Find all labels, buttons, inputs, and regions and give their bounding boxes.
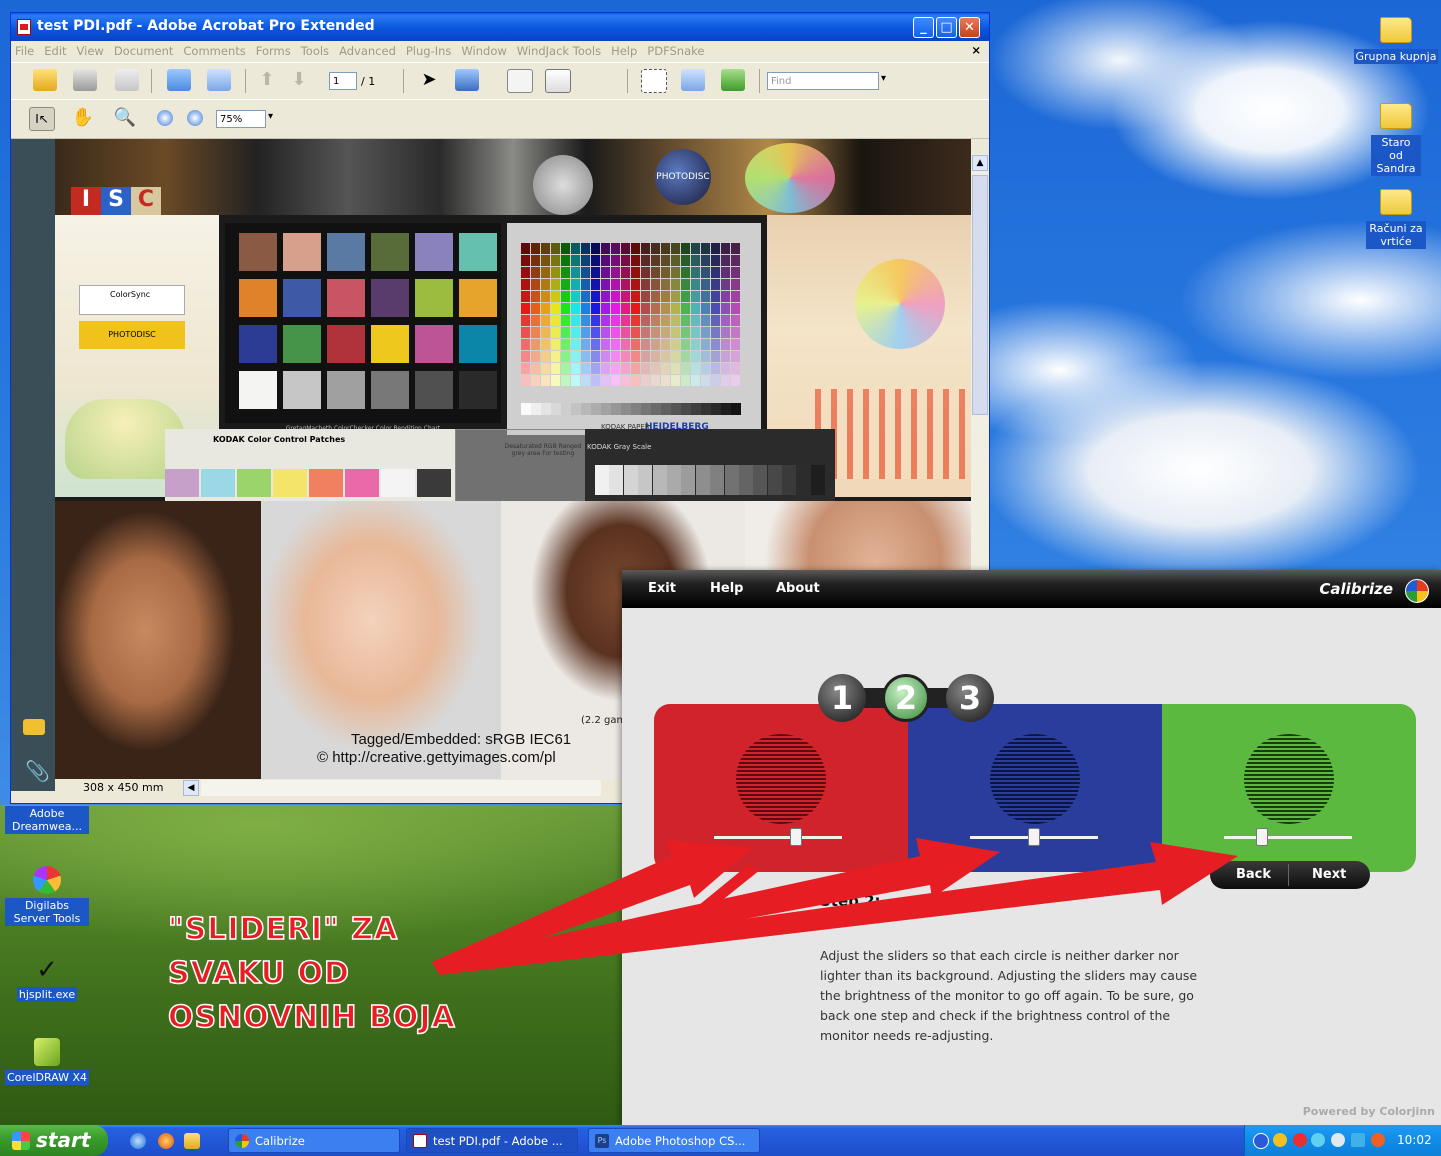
task-label: Adobe Photoshop CS... xyxy=(615,1134,746,1148)
annotation-line-2: SVAKU OD xyxy=(167,955,350,992)
calibrize-task-icon xyxy=(235,1134,249,1148)
photoshop-task-icon: Ps xyxy=(595,1134,609,1148)
network-tray-icon[interactable] xyxy=(1311,1133,1325,1147)
start-label: start xyxy=(36,1128,91,1152)
taskbar: start Calibrize test PDI.pdf - Adobe ...… xyxy=(0,1125,1441,1156)
start-button[interactable]: start xyxy=(0,1125,108,1156)
clock: 10:02 xyxy=(1397,1133,1432,1147)
windows-logo-icon xyxy=(12,1132,30,1150)
task-calibrize[interactable]: Calibrize xyxy=(228,1128,400,1153)
tray-expand-icon[interactable] xyxy=(1253,1133,1269,1149)
annotation-line-1: "SLIDERI" ZA xyxy=(167,911,399,948)
display-tray-icon[interactable] xyxy=(1351,1133,1365,1147)
annotation-line-3: OSNOVNIH BOJA xyxy=(167,999,456,1036)
task-photoshop[interactable]: Ps Adobe Photoshop CS... xyxy=(588,1128,760,1153)
task-label: Calibrize xyxy=(255,1134,305,1148)
task-label: test PDI.pdf - Adobe ... xyxy=(433,1134,563,1148)
ie-quicklaunch-icon[interactable] xyxy=(130,1133,146,1149)
security-tray-icon[interactable] xyxy=(1273,1133,1287,1147)
system-tray: 10:02 xyxy=(1244,1125,1441,1156)
folder-quicklaunch-icon[interactable] xyxy=(184,1133,200,1149)
arrow-to-green-slider xyxy=(432,842,1238,975)
volume-tray-icon[interactable] xyxy=(1331,1133,1345,1147)
pdf-task-icon xyxy=(413,1134,427,1148)
tray-alert-icon[interactable] xyxy=(1293,1133,1307,1147)
task-acrobat[interactable]: test PDI.pdf - Adobe ... xyxy=(406,1128,578,1153)
app-tray-icon[interactable] xyxy=(1371,1133,1385,1147)
firefox-quicklaunch-icon[interactable] xyxy=(158,1133,174,1149)
